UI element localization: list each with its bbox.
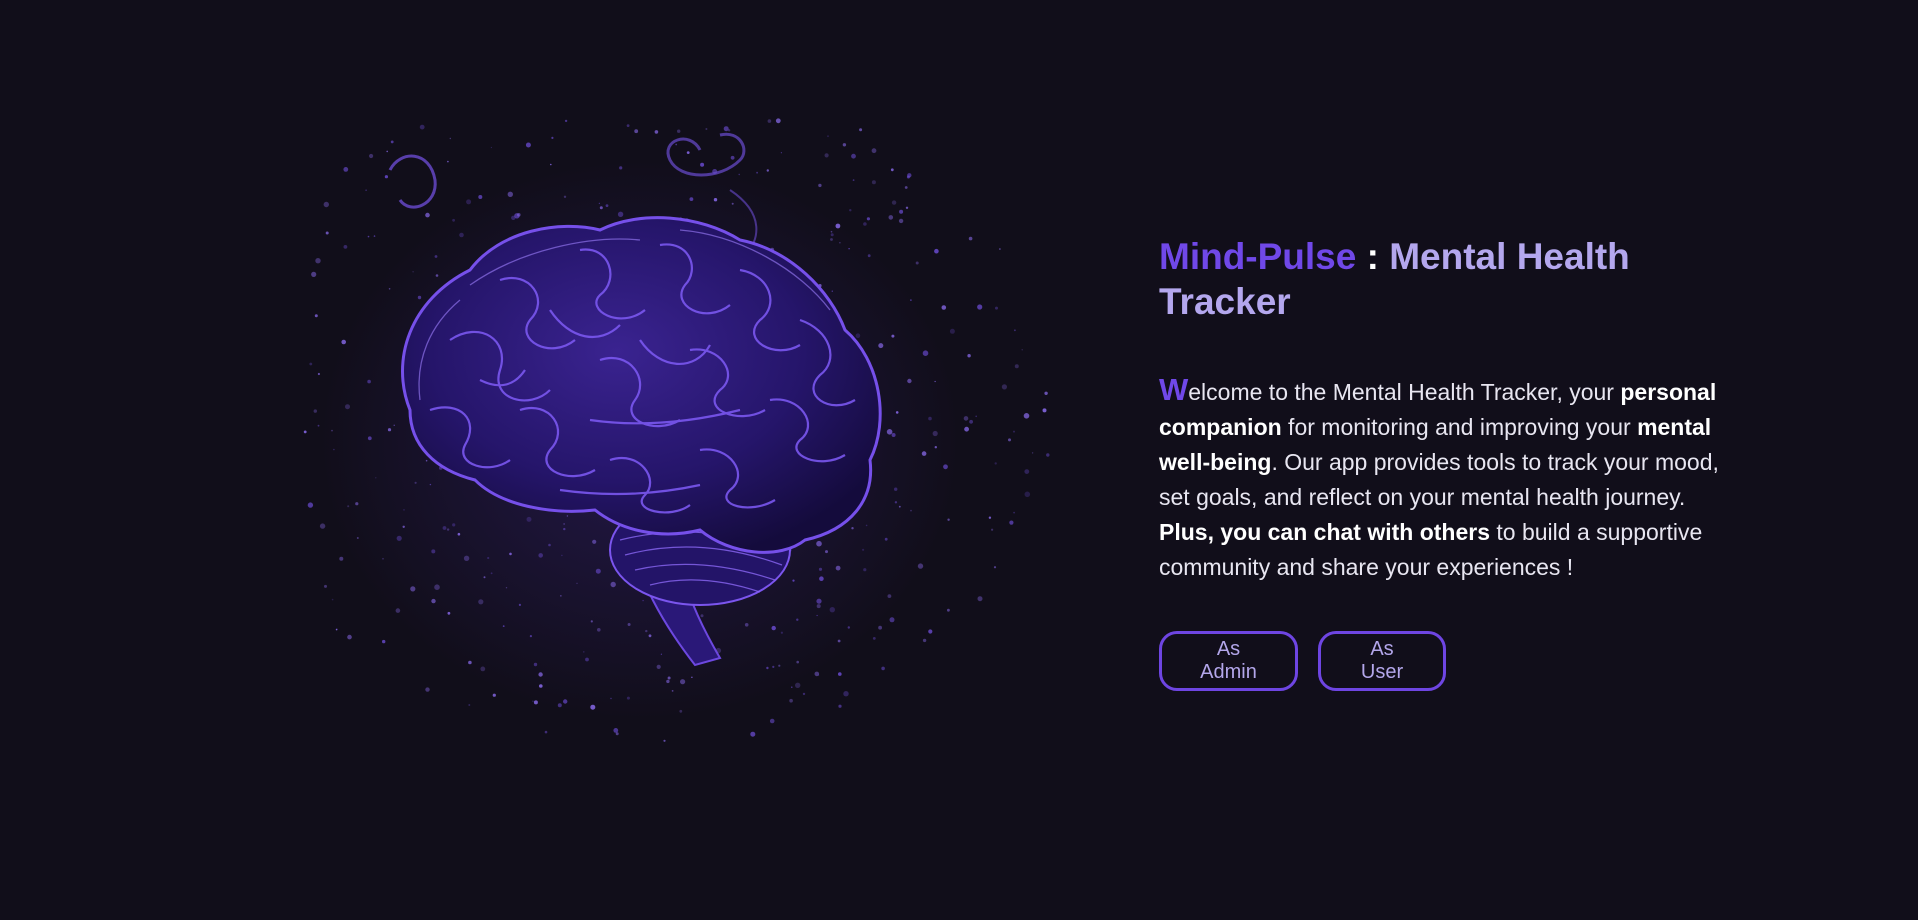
- intro-text-1: elcome to the Mental Health Tracker, you…: [1188, 379, 1621, 405]
- landing-page: Mind-Pulse : Mental Health Tracker Welco…: [0, 0, 1918, 920]
- role-actions: As Admin As User: [1159, 631, 1719, 691]
- intro-dropcap: W: [1159, 372, 1189, 407]
- intro-text-2: for monitoring and improving your: [1281, 414, 1638, 440]
- intro-bold-3: Plus, you can chat with others: [1159, 519, 1491, 545]
- brand-name: Mind-Pulse: [1159, 236, 1357, 277]
- as-admin-button[interactable]: As Admin: [1159, 631, 1298, 691]
- page-title: Mind-Pulse : Mental Health Tracker: [1159, 234, 1719, 324]
- brain-illustration: [300, 110, 1060, 830]
- title-separator: :: [1356, 236, 1390, 277]
- hero-content: Mind-Pulse : Mental Health Tracker Welco…: [1159, 234, 1719, 691]
- as-user-button[interactable]: As User: [1318, 631, 1446, 691]
- intro-paragraph: Welcome to the Mental Health Tracker, yo…: [1159, 372, 1719, 585]
